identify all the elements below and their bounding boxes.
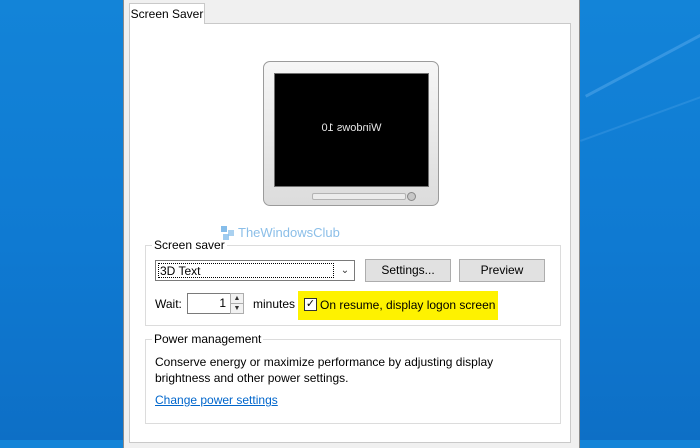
wait-label: Wait:: [155, 297, 182, 311]
power-management-legend: Power management: [154, 332, 262, 346]
wait-spinner[interactable]: ▲ ▼: [230, 293, 244, 314]
wait-minutes-input[interactable]: 1: [187, 293, 231, 314]
resume-logon-checkbox[interactable]: ✓: [304, 298, 317, 311]
monitor-preview: Windows 10: [263, 61, 439, 206]
settings-button[interactable]: Settings...: [365, 259, 451, 282]
monitor-slot: [312, 193, 406, 200]
desktop-light-ray: [585, 19, 700, 98]
preview-screen-text: Windows 10: [321, 122, 382, 134]
desktop-light-ray: [580, 85, 700, 142]
screen-saver-selected-value: 3D Text: [158, 263, 334, 278]
preview-screen: Windows 10: [274, 73, 429, 187]
preview-button[interactable]: Preview: [459, 259, 545, 282]
screen-saver-select[interactable]: 3D Text ⌄: [155, 260, 355, 281]
tab-screen-saver[interactable]: Screen Saver: [129, 3, 205, 24]
chevron-down-icon[interactable]: ⌄: [336, 261, 354, 280]
minutes-label: minutes: [253, 297, 296, 311]
change-power-settings-link[interactable]: Change power settings: [155, 393, 278, 407]
screen-saver-legend: Screen saver: [154, 238, 225, 252]
resume-logon-label[interactable]: On resume, display logon screen: [320, 298, 495, 312]
spin-down-icon[interactable]: ▼: [231, 304, 243, 313]
power-description-line-2: brightness and other power settings.: [155, 371, 349, 385]
spin-up-icon[interactable]: ▲: [231, 294, 243, 304]
power-description-line-1: Conserve energy or maximize performance …: [155, 355, 494, 369]
power-led-icon: [407, 192, 416, 201]
